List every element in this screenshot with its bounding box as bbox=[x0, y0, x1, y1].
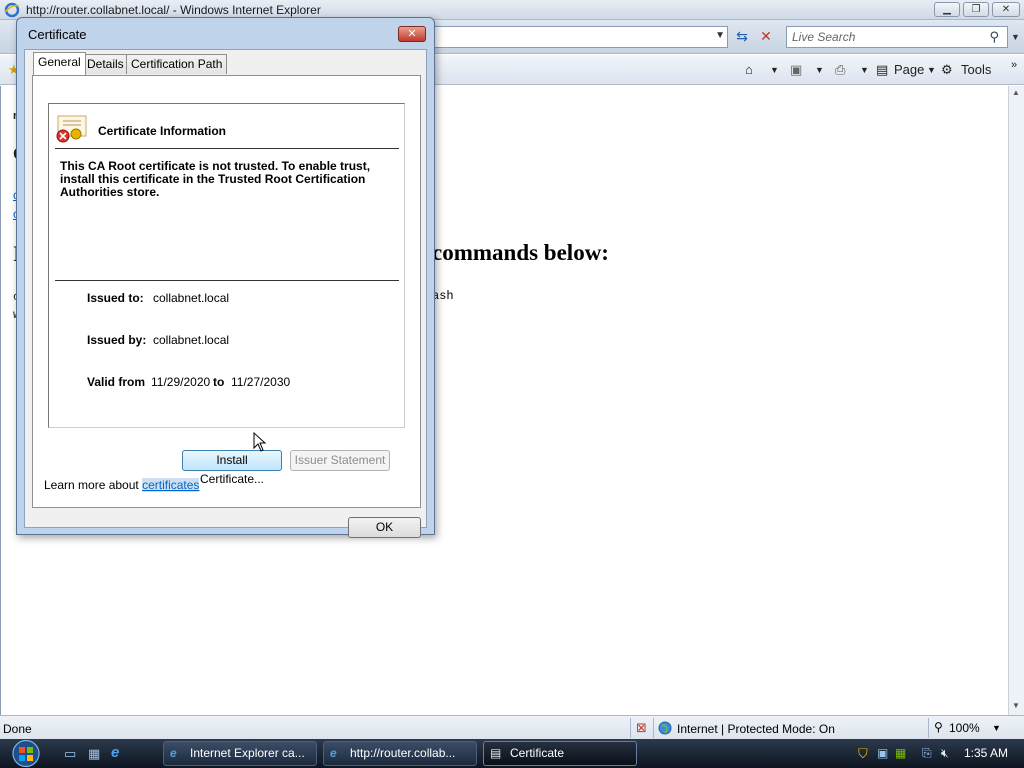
issued-by-value: collabnet.local bbox=[153, 333, 230, 347]
trust-warning-text: This CA Root certificate is not trusted.… bbox=[60, 159, 371, 199]
certificate-info-title: Certificate Information bbox=[98, 124, 227, 138]
taskbar-button-certificate[interactable]: ▤ Certificate bbox=[483, 741, 637, 766]
page-menu[interactable]: Page bbox=[894, 62, 924, 77]
home-icon[interactable]: ⌂ bbox=[745, 62, 753, 77]
refresh-icon[interactable]: ⇆ bbox=[732, 26, 752, 48]
certificate-window-icon: ▤ bbox=[490, 746, 502, 760]
taskbar-button-ie-1[interactable]: e Internet Explorer ca... bbox=[163, 741, 317, 766]
vertical-scrollbar[interactable]: ▲ ▼ bbox=[1008, 86, 1024, 715]
minimize-button[interactable]: ▁ bbox=[934, 2, 960, 17]
tab-certification-path[interactable]: Certification Path bbox=[126, 54, 228, 74]
address-dropdown-icon[interactable]: ▼ bbox=[715, 30, 725, 41]
certificate-info-box: Certificate Information This CA Root cer… bbox=[48, 103, 405, 428]
tools-gear-icon: ⚙ bbox=[941, 62, 953, 77]
page-heading: commands below: bbox=[432, 240, 609, 265]
status-text: Done bbox=[3, 722, 32, 736]
security-zone[interactable]: Internet | Protected Mode: On bbox=[677, 722, 835, 736]
search-options-icon[interactable]: ▼ bbox=[1011, 32, 1020, 42]
tray-icon[interactable]: ▣ bbox=[877, 746, 891, 760]
globe-icon bbox=[658, 721, 672, 735]
issued-to-value: collabnet.local bbox=[153, 291, 230, 305]
network-icon[interactable]: ⎘ bbox=[922, 746, 936, 760]
status-separator bbox=[653, 718, 654, 738]
dialog-body: General Details Certification Path Certi… bbox=[24, 49, 427, 538]
page-code: ash bbox=[432, 289, 454, 303]
show-desktop-icon[interactable]: ▭ bbox=[64, 746, 76, 762]
page-dropdown-icon[interactable]: ▼ bbox=[927, 65, 936, 75]
mouse-cursor-icon bbox=[253, 432, 267, 452]
divider bbox=[55, 148, 399, 149]
browser-window-title: http://router.collabnet.local/ - Windows… bbox=[26, 3, 321, 17]
search-placeholder: Live Search bbox=[792, 30, 856, 44]
address-bar[interactable]: ▼ bbox=[434, 26, 728, 48]
certificates-link[interactable]: certificates bbox=[142, 478, 200, 492]
ie-logo-icon bbox=[4, 2, 20, 18]
taskbar-button-label: Internet Explorer ca... bbox=[190, 746, 305, 760]
tray-icon[interactable]: ▦ bbox=[895, 746, 909, 760]
security-shield-icon[interactable]: ⛉ bbox=[858, 746, 872, 761]
zoom-level[interactable]: 100% bbox=[949, 721, 980, 735]
issued-by-label: Issued by: bbox=[87, 333, 147, 347]
tab-general[interactable]: General bbox=[33, 52, 86, 75]
scroll-down-icon[interactable]: ▼ bbox=[1012, 701, 1020, 710]
certificate-dialog: Certificate ✕ General Details Certificat… bbox=[16, 17, 435, 538]
issued-to-label: Issued to: bbox=[87, 291, 144, 305]
home-dropdown-icon[interactable]: ▼ bbox=[770, 65, 779, 75]
taskbar: ▭ ▦ e e Internet Explorer ca... e http:/… bbox=[0, 739, 1024, 768]
page-menu-icon: ▤ bbox=[876, 62, 889, 77]
taskbar-button-label: http://router.collab... bbox=[350, 746, 456, 760]
valid-from-label: Valid from bbox=[87, 375, 146, 389]
ok-button[interactable]: OK bbox=[348, 517, 421, 538]
maximize-button[interactable]: ❐ bbox=[963, 2, 989, 17]
ie-icon: e bbox=[170, 746, 177, 760]
zoom-dropdown-icon[interactable]: ▼ bbox=[992, 723, 1001, 733]
tab-details[interactable]: Details bbox=[82, 54, 129, 74]
volume-muted-icon[interactable]: 🔇︎ bbox=[941, 746, 955, 760]
valid-to-value: 11/27/2030 bbox=[231, 375, 291, 389]
divider bbox=[55, 280, 399, 281]
window-close-button[interactable]: ✕ bbox=[992, 2, 1020, 17]
start-button[interactable] bbox=[6, 739, 46, 768]
valid-to-label: to bbox=[213, 375, 225, 389]
status-separator bbox=[630, 718, 631, 738]
search-input[interactable]: Live Search ⚲ bbox=[786, 26, 1008, 48]
install-certificate-button[interactable]: Install Certificate... bbox=[182, 450, 282, 486]
switch-windows-icon[interactable]: ▦ bbox=[88, 746, 100, 762]
dialog-close-button[interactable]: ✕ bbox=[398, 26, 426, 42]
tools-menu[interactable]: Tools bbox=[961, 62, 991, 77]
ie-icon: e bbox=[330, 746, 337, 760]
certificate-error-icon[interactable]: ⊠ bbox=[636, 720, 647, 736]
zoom-icon: ⚲ bbox=[934, 720, 943, 734]
search-icon[interactable]: ⚲ bbox=[989, 29, 999, 45]
tab-panel-general: Certificate Information This CA Root cer… bbox=[32, 75, 421, 508]
status-bar: Done ⊠ Internet | Protected Mode: On ⚲ 1… bbox=[0, 715, 1024, 739]
valid-from-value: 11/29/2020 bbox=[151, 375, 211, 389]
status-separator bbox=[928, 718, 929, 738]
learn-more-text: Learn more about certificates bbox=[44, 478, 200, 492]
learn-more-prefix: Learn more about bbox=[44, 478, 139, 492]
ie-quicklaunch-icon[interactable]: e bbox=[111, 744, 119, 761]
feeds-icon[interactable]: ▣ bbox=[790, 62, 802, 78]
feeds-dropdown-icon[interactable]: ▼ bbox=[815, 65, 824, 75]
scroll-up-icon[interactable]: ▲ bbox=[1012, 88, 1020, 97]
dialog-title: Certificate bbox=[28, 27, 87, 42]
taskbar-button-ie-2[interactable]: e http://router.collab... bbox=[323, 741, 477, 766]
stop-icon[interactable]: ✕ bbox=[756, 26, 776, 48]
more-commands-icon[interactable]: » bbox=[1011, 59, 1017, 71]
untrusted-certificate-icon bbox=[56, 115, 87, 143]
clock[interactable]: 1:35 AM bbox=[964, 746, 1008, 760]
taskbar-button-label: Certificate bbox=[510, 746, 565, 760]
print-icon[interactable]: ⎙ bbox=[835, 62, 845, 78]
issuer-statement-button[interactable]: Issuer Statement bbox=[290, 450, 390, 471]
print-dropdown-icon[interactable]: ▼ bbox=[860, 65, 869, 75]
